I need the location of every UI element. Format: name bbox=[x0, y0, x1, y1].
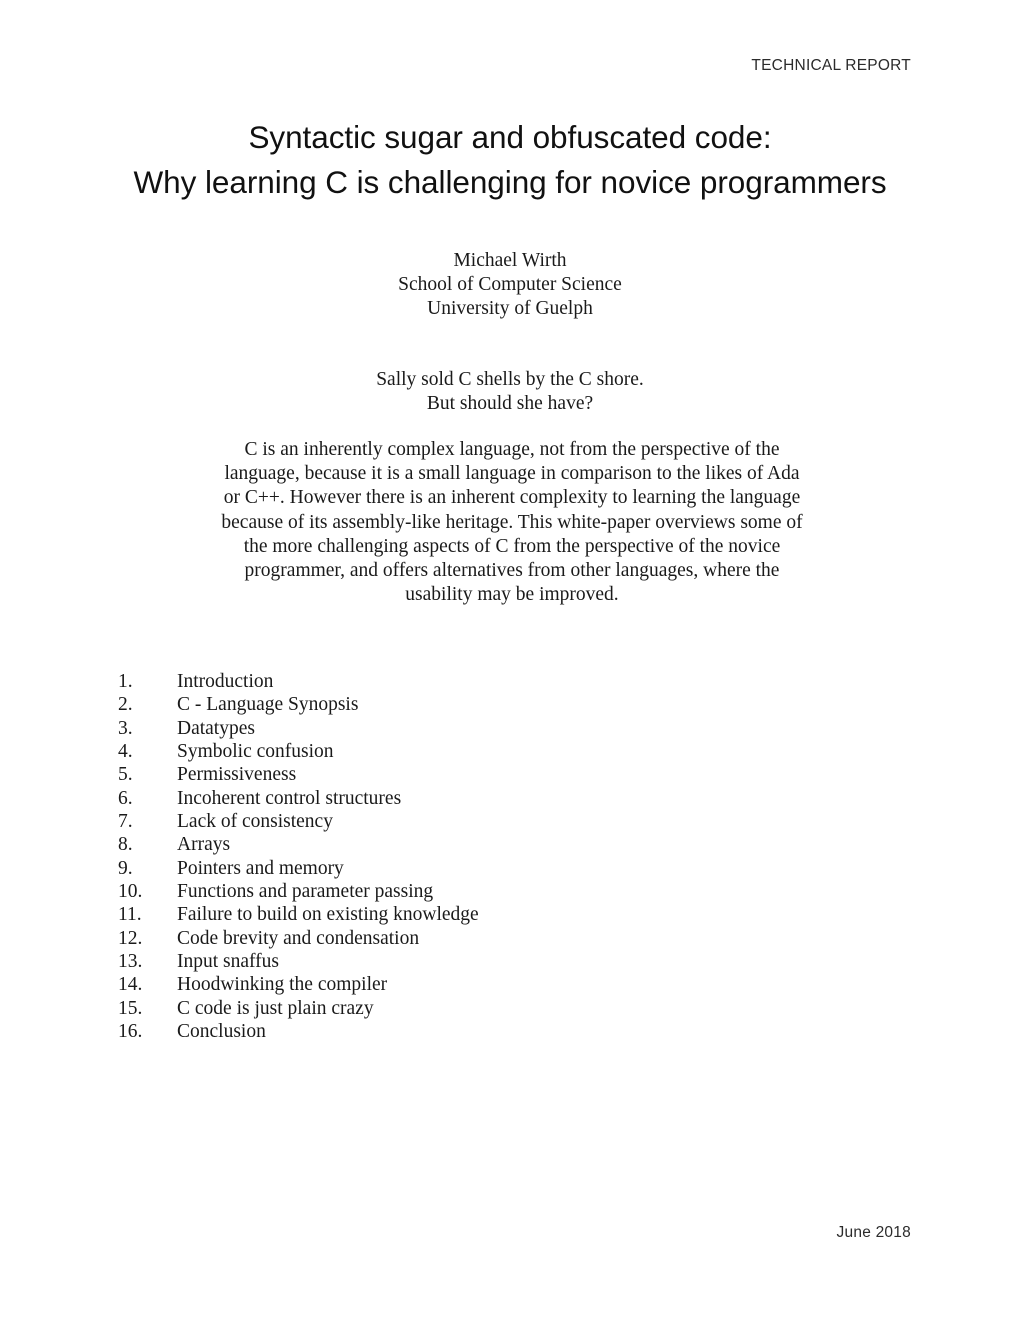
abstract: C is an inherently complex language, not… bbox=[210, 438, 814, 607]
toc-item-number: 8. bbox=[118, 834, 133, 856]
epigraph-line-2: But should she have? bbox=[426, 393, 594, 415]
toc-item[interactable]: 7. Lack of consistency bbox=[118, 811, 758, 834]
toc-item-number: 4. bbox=[118, 741, 133, 763]
toc-item-label: Failure to build on existing knowledge bbox=[177, 904, 479, 926]
toc-item[interactable]: 12. Code brevity and condensation bbox=[118, 928, 758, 951]
author-institution: University of Guelph bbox=[427, 298, 593, 320]
toc-item-label: C - Language Synopsis bbox=[177, 694, 359, 716]
abstract-line: the more challenging aspects of C from t… bbox=[243, 535, 781, 557]
epigraph: Sally sold C shells by the C shore. But … bbox=[0, 368, 1020, 416]
toc-item-label: Permissiveness bbox=[177, 764, 297, 786]
author-name: Michael Wirth bbox=[453, 250, 567, 271]
toc-item-label: Introduction bbox=[177, 671, 274, 692]
toc-item[interactable]: 4. Symbolic confusion bbox=[118, 741, 758, 764]
toc-item[interactable]: 8. Arrays bbox=[118, 834, 758, 857]
toc-item[interactable]: 3. Datatypes bbox=[118, 718, 758, 741]
toc-item-label: Functions and parameter passing bbox=[177, 881, 434, 903]
abstract-line: C is an inherently complex language, not… bbox=[244, 439, 780, 460]
toc-item[interactable]: 9. Pointers and memory bbox=[118, 858, 758, 881]
toc-item[interactable]: 5. Permissiveness bbox=[118, 764, 758, 787]
toc-item[interactable]: 2. C - Language Synopsis bbox=[118, 694, 758, 717]
toc-item[interactable]: 11. Failure to build on existing knowledg… bbox=[118, 904, 758, 927]
toc-item-label: Hoodwinking the compiler bbox=[177, 974, 388, 996]
toc-item-label: C code is just plain crazy bbox=[177, 997, 374, 1019]
toc-item-label: Datatypes bbox=[177, 717, 255, 739]
toc-item-label: Arrays bbox=[177, 834, 231, 856]
toc-item-label: Lack of consistency bbox=[177, 811, 333, 833]
toc-item[interactable]: 13. Input snaffus bbox=[118, 951, 758, 974]
abstract-line: because of its assembly-like heritage. T… bbox=[221, 511, 803, 533]
running-footer: June 2018 bbox=[836, 1224, 911, 1241]
toc-item-number: 16. bbox=[118, 1021, 143, 1043]
author-department: School of Computer Science bbox=[398, 274, 622, 296]
toc-item[interactable]: 6. Incoherent control structures bbox=[118, 788, 758, 811]
toc-item-number: 9. bbox=[118, 857, 133, 879]
table-of-contents: 1. Introduction 2. C - Language Synopsis 3. D… bbox=[118, 671, 758, 1045]
toc-item-label: Pointers and memory bbox=[177, 857, 344, 879]
toc-item-number: 7. bbox=[118, 811, 133, 833]
abstract-line: or C++. However there is an inherent com… bbox=[223, 487, 801, 509]
toc-item-number: 14. bbox=[118, 974, 143, 996]
toc-item-label: Symbolic confusion bbox=[177, 741, 334, 763]
page-title: Syntactic sugar and obfuscated code: Why… bbox=[0, 115, 1020, 205]
epigraph-line-1: Sally sold C shells by the C shore. bbox=[376, 369, 644, 390]
toc-item[interactable]: 15. C code is just plain crazy bbox=[118, 998, 758, 1021]
toc-item-number: 5. bbox=[118, 764, 133, 786]
toc-item-number: 11. bbox=[118, 904, 142, 926]
toc-item-label: Code brevity and condensation bbox=[177, 927, 420, 949]
toc-item-number: 12. bbox=[118, 927, 143, 949]
toc-item-label: Input snaffus bbox=[177, 951, 280, 973]
toc-item-number: 1. bbox=[118, 671, 133, 692]
toc-item-number: 6. bbox=[118, 787, 133, 809]
toc-item-number: 13. bbox=[118, 951, 143, 973]
toc-item-number: 15. bbox=[118, 997, 143, 1019]
toc-item[interactable]: 10. Functions and parameter passing bbox=[118, 881, 758, 904]
toc-item-label: Conclusion bbox=[177, 1021, 266, 1043]
title-line-2: Why learning C is challenging for novice… bbox=[133, 164, 887, 200]
title-line-1: Syntactic sugar and obfuscated code: bbox=[248, 119, 772, 155]
toc-item-number: 2. bbox=[118, 694, 133, 716]
running-header: TECHNICAL REPORT bbox=[751, 57, 911, 74]
toc-item[interactable]: 14. Hoodwinking the compiler bbox=[118, 974, 758, 997]
abstract-line: language, because it is a small language… bbox=[224, 463, 800, 485]
document-page: TECHNICAL REPORT Syntactic sugar and obf… bbox=[0, 0, 1020, 1320]
abstract-line: usability may be improved. bbox=[405, 584, 619, 606]
toc-item-label: Incoherent control structures bbox=[177, 787, 402, 809]
abstract-line: programmer, and offers alternatives from… bbox=[244, 560, 780, 582]
toc-item[interactable]: 1. Introduction bbox=[118, 671, 758, 694]
toc-item[interactable]: 16. Conclusion bbox=[118, 1021, 758, 1044]
author-block: Michael Wirth School of Computer Science… bbox=[0, 249, 1020, 322]
toc-item-number: 3. bbox=[118, 717, 133, 739]
toc-item-number: 10. bbox=[118, 881, 143, 903]
